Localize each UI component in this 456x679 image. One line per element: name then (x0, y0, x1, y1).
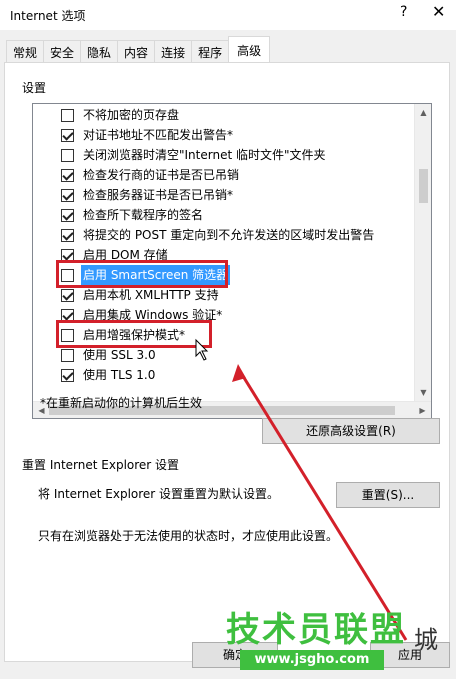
reset-group-label: 重置 Internet Explorer 设置 (22, 458, 180, 472)
checkbox[interactable] (61, 289, 74, 302)
restart-note: *在重新启动你的计算机后生效 (40, 396, 203, 410)
checkbox[interactable] (61, 269, 74, 282)
tab-privacy[interactable]: 隐私 (80, 40, 119, 62)
item-label: 检查所下载程序的签名 (83, 208, 204, 222)
reset-description: 将 Internet Explorer 设置重置为默认设置。 (38, 487, 280, 501)
item-label: 检查发行商的证书是否已吊销 (83, 168, 240, 182)
list-item[interactable]: 检查所下载程序的签名 (33, 205, 413, 225)
list-item[interactable]: 启用本机 XMLHTTP 支持 (33, 285, 413, 305)
close-button[interactable]: ✕ (432, 2, 445, 21)
checkbox[interactable] (61, 129, 74, 142)
item-label-selected: 启用 SmartScreen 筛选器 (81, 265, 231, 285)
item-label: 检查服务器证书是否已吊销* (83, 188, 234, 202)
scroll-down-icon[interactable]: ▼ (415, 384, 431, 401)
help-button[interactable]: ? (400, 4, 407, 20)
watermark-url: www.jsgho.com (240, 650, 384, 670)
list-item-enhanced-protected-mode[interactable]: 启用增强保护模式* (33, 325, 413, 345)
tab-general[interactable]: 常规 (6, 40, 45, 62)
checkbox[interactable] (61, 349, 74, 362)
list-item[interactable]: 启用集成 Windows 验证* (33, 305, 413, 325)
scroll-up-icon[interactable]: ▲ (415, 104, 431, 121)
settings-group-label: 设置 (22, 81, 47, 95)
checkbox[interactable] (61, 369, 74, 382)
checkbox[interactable] (61, 169, 74, 182)
item-label: 使用 TLS 1.0 (83, 368, 156, 382)
list-item[interactable]: 检查发行商的证书是否已吊销 (33, 165, 413, 185)
list-item[interactable]: 将提交的 POST 重定向到不允许发送的区域时发出警告 (33, 225, 413, 245)
tab-strip: 常规 安全 隐私 内容 连接 程序 高级 (6, 36, 271, 62)
reset-note: 只有在浏览器处于无法使用的状态时，才应使用此设置。 (38, 529, 339, 543)
tab-connections[interactable]: 连接 (154, 40, 193, 62)
checkbox[interactable] (61, 189, 74, 202)
reset-button[interactable]: 重置(S)... (336, 482, 440, 508)
item-label: 启用增强保护模式* (83, 328, 186, 342)
list-item[interactable]: 检查服务器证书是否已吊销* (33, 185, 413, 205)
list-item[interactable]: 不将加密的页存盘 (33, 105, 413, 125)
vertical-scroll-thumb[interactable] (419, 169, 428, 203)
tab-advanced[interactable]: 高级 (228, 36, 271, 62)
watermark-brand: 技术员联盟 (226, 610, 406, 650)
watermark-suffix: 城 (414, 626, 438, 654)
vertical-scrollbar[interactable]: ▲ ▼ (414, 104, 431, 401)
list-item[interactable]: 使用 SSL 3.0 (33, 345, 413, 365)
item-label: 启用集成 Windows 验证* (83, 308, 223, 322)
settings-items: 不将加密的页存盘 对证书地址不匹配发出警告* 关闭浏览器时清空"Internet… (33, 105, 413, 385)
settings-list[interactable]: 不将加密的页存盘 对证书地址不匹配发出警告* 关闭浏览器时清空"Internet… (32, 103, 432, 419)
item-label: 不将加密的页存盘 (83, 108, 180, 122)
item-label: 使用 SSL 3.0 (83, 348, 156, 362)
item-label: 启用本机 XMLHTTP 支持 (83, 288, 219, 302)
checkbox[interactable] (61, 209, 74, 222)
scroll-right-icon[interactable]: ▶ (414, 402, 431, 418)
list-item[interactable]: 关闭浏览器时清空"Internet 临时文件"文件夹 (33, 145, 413, 165)
list-item-smartscreen[interactable]: 启用 SmartScreen 筛选器 (33, 265, 413, 285)
checkbox[interactable] (61, 149, 74, 162)
tab-programs[interactable]: 程序 (191, 40, 230, 62)
checkbox[interactable] (61, 109, 74, 122)
list-item[interactable]: 使用 TLS 1.0 (33, 365, 413, 385)
checkbox[interactable] (61, 309, 74, 322)
dialog-client-area: 常规 安全 隐私 内容 连接 程序 高级 设置 不将加密的页存盘 对证书地址不匹… (0, 30, 456, 679)
list-item[interactable]: 启用 DOM 存储 (33, 245, 413, 265)
list-item[interactable]: 对证书地址不匹配发出警告* (33, 125, 413, 145)
tab-security[interactable]: 安全 (43, 40, 82, 62)
checkbox[interactable] (61, 229, 74, 242)
item-label: 启用 DOM 存储 (83, 248, 168, 262)
item-label: 将提交的 POST 重定向到不允许发送的区域时发出警告 (83, 228, 375, 242)
title-bar: Internet 选项 ? ✕ (0, 0, 456, 30)
restore-advanced-settings-button[interactable]: 还原高级设置(R) (262, 418, 440, 444)
tab-content[interactable]: 内容 (117, 40, 156, 62)
window-title: Internet 选项 (10, 9, 86, 23)
checkbox[interactable] (61, 249, 74, 262)
item-label: 关闭浏览器时清空"Internet 临时文件"文件夹 (83, 148, 326, 162)
checkbox[interactable] (61, 329, 74, 342)
item-label: 对证书地址不匹配发出警告* (83, 128, 234, 142)
